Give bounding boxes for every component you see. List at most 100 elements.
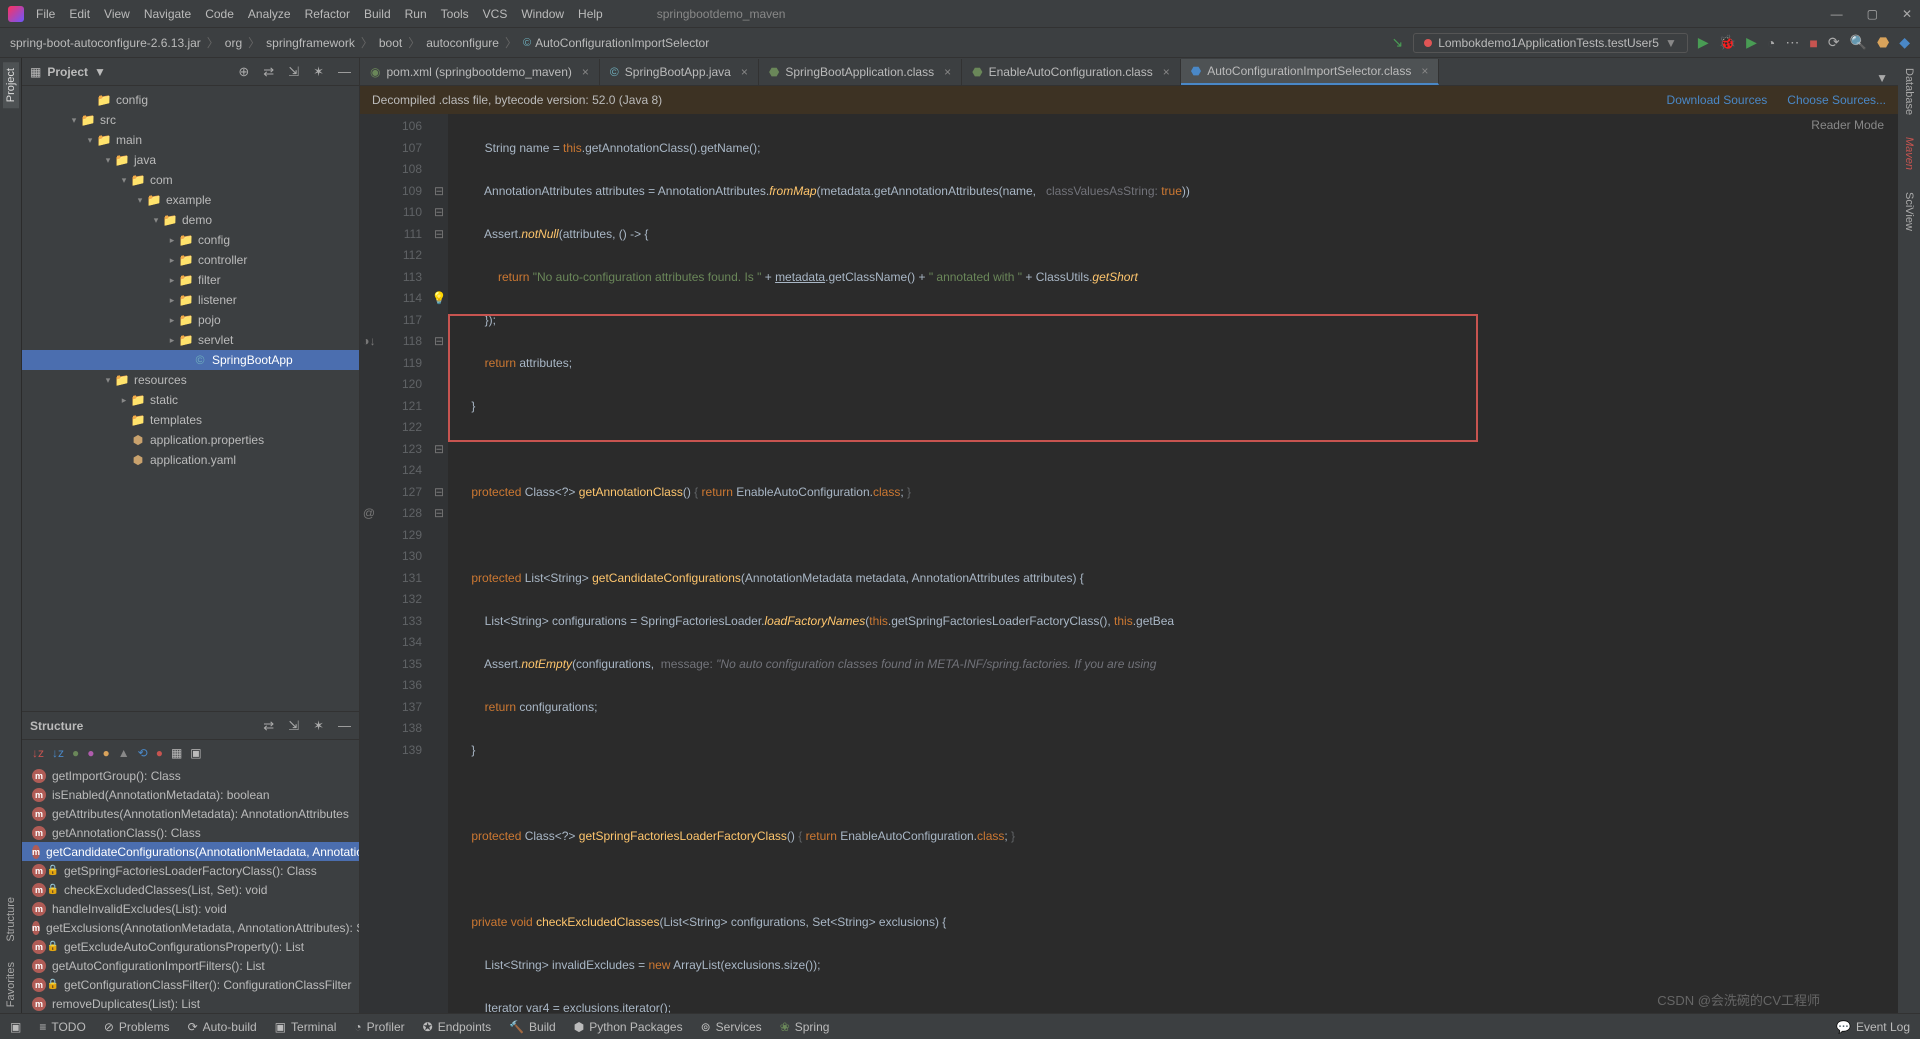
structure-item[interactable]: mgetExclusions(AnnotationMetadata, Annot… [22, 918, 359, 937]
event-log[interactable]: 💬Event Log [1836, 1020, 1910, 1034]
struct-options-icon[interactable]: ✶ [313, 718, 324, 734]
tree-node[interactable]: ⬢application.yaml [22, 450, 359, 470]
run-icon[interactable]: ▶ [1698, 34, 1709, 51]
menu-vcs[interactable]: VCS [483, 7, 508, 21]
stop-icon[interactable]: ■ [1809, 35, 1817, 51]
right-tab-database[interactable]: Database [1901, 62, 1917, 121]
menu-refactor[interactable]: Refactor [305, 7, 350, 21]
menu-tools[interactable]: Tools [441, 7, 469, 21]
structure-item[interactable]: m🔒getConfigurationClassFilter(): Configu… [22, 975, 359, 994]
tree-node[interactable]: ▾📁example [22, 190, 359, 210]
download-sources-link[interactable]: Download Sources [1667, 93, 1768, 107]
bottom-terminal[interactable]: ▣Terminal [275, 1020, 337, 1034]
structure-item[interactable]: m🔒getSpringFactoriesLoaderFactoryClass()… [22, 861, 359, 880]
struct-misc-icon[interactable]: ▦ [171, 746, 182, 760]
structure-item[interactable]: mremoveDuplicates(List): List [22, 994, 359, 1013]
close-icon[interactable]: ✕ [1902, 7, 1912, 21]
code-editor[interactable]: ◑↓ @ 10610710810911011111211311411711811… [360, 114, 1898, 1013]
bottom-spring[interactable]: ❀Spring [780, 1020, 830, 1034]
back-nav-icon[interactable]: ↘ [1391, 34, 1403, 51]
struct-collapse-icon[interactable]: ⇲ [288, 718, 299, 734]
bottom-problems[interactable]: ⊘Problems [104, 1020, 170, 1034]
crumb-boot[interactable]: boot [379, 36, 402, 50]
tree-node[interactable]: 📁templates [22, 410, 359, 430]
bottom-profiler[interactable]: ◔Profiler [354, 1020, 404, 1034]
show-tool-icon[interactable]: ▣ [10, 1020, 21, 1034]
tree-node[interactable]: ▾📁java [22, 150, 359, 170]
run-configuration-selector[interactable]: Lombokdemo1ApplicationTests.testUser5 ▼ [1413, 33, 1688, 53]
autoscroll-icon[interactable]: ● [156, 746, 163, 760]
tree-node[interactable]: ▸📁controller [22, 250, 359, 270]
right-tab-sciview[interactable]: SciView [1901, 186, 1917, 237]
crumb-class[interactable]: AutoConfigurationImportSelector [535, 36, 709, 50]
menu-build[interactable]: Build [364, 7, 391, 21]
avatar-icon[interactable]: ◆ [1899, 34, 1910, 51]
structure-item[interactable]: m🔒getExcludeAutoConfigurationsProperty()… [22, 937, 359, 956]
menu-run[interactable]: Run [405, 7, 427, 21]
show-inherited-icon[interactable]: ● [103, 746, 110, 760]
hide-icon[interactable]: — [338, 64, 351, 79]
structure-item[interactable]: misEnabled(AnnotationMetadata): boolean [22, 785, 359, 804]
tree-node[interactable]: ⬢application.properties [22, 430, 359, 450]
choose-sources-link[interactable]: Choose Sources... [1787, 93, 1886, 107]
menu-help[interactable]: Help [578, 7, 603, 21]
show-prop-icon[interactable]: ● [87, 746, 94, 760]
menu-view[interactable]: View [104, 7, 130, 21]
show-anon-icon[interactable]: ▲ [118, 746, 130, 760]
struct-misc2-icon[interactable]: ▣ [190, 746, 201, 760]
bottom-python[interactable]: ⬢Python Packages [574, 1020, 683, 1034]
structure-item[interactable]: mhandleInvalidExcludes(List): void [22, 899, 359, 918]
menu-code[interactable]: Code [205, 7, 234, 21]
show-lambda-icon[interactable]: ⟲ [138, 746, 148, 760]
debug-icon[interactable]: 🐞 [1719, 34, 1736, 51]
update-icon[interactable]: ⟳ [1828, 34, 1840, 51]
collapse-icon[interactable]: ⇲ [288, 64, 299, 80]
options-icon[interactable]: ✶ [313, 64, 324, 80]
structure-item[interactable]: m🔒checkExcludedClasses(List, Set): void [22, 880, 359, 899]
maximize-icon[interactable]: ▢ [1867, 7, 1878, 21]
structure-item[interactable]: mgetAutoConfigurationImportFilters(): Li… [22, 956, 359, 975]
locate-icon[interactable]: ⊕ [238, 64, 249, 80]
bottom-autobuild[interactable]: ⟳Auto-build [188, 1020, 257, 1034]
bottom-endpoints[interactable]: ✪Endpoints [423, 1020, 491, 1034]
tree-node[interactable]: ▸📁static [22, 390, 359, 410]
sort-visibility-icon[interactable]: ↓z [52, 746, 64, 760]
menu-navigate[interactable]: Navigate [144, 7, 191, 21]
tree-node[interactable]: ▸📁listener [22, 290, 359, 310]
left-tab-favorites[interactable]: Favorites [3, 956, 19, 1013]
editor-tab[interactable]: ⬣AutoConfigurationImportSelector.class× [1181, 59, 1440, 85]
settings-icon[interactable]: ⬣ [1877, 34, 1889, 51]
structure-item[interactable]: mgetAnnotationClass(): Class [22, 823, 359, 842]
project-tree[interactable]: 📁config▾📁src▾📁main▾📁java▾📁com▾📁example▾📁… [22, 86, 359, 711]
tree-node[interactable]: ▾📁main [22, 130, 359, 150]
crumb-jar[interactable]: spring-boot-autoconfigure-2.6.13.jar [10, 36, 201, 50]
menu-window[interactable]: Window [521, 7, 564, 21]
crumb-org[interactable]: org [225, 36, 242, 50]
tree-node[interactable]: ▾📁resources [22, 370, 359, 390]
tree-node[interactable]: ▸📁config [22, 230, 359, 250]
structure-item[interactable]: mgetImportGroup(): Class [22, 766, 359, 785]
tree-node[interactable]: ▾📁src [22, 110, 359, 130]
left-tab-project[interactable]: Project [3, 62, 19, 108]
tabs-dropdown-icon[interactable]: ▼ [1866, 71, 1898, 85]
struct-expand-icon[interactable]: ⇄ [263, 718, 274, 734]
tree-node[interactable]: 📁config [22, 90, 359, 110]
search-icon[interactable]: 🔍 [1850, 34, 1867, 51]
crumb-springframework[interactable]: springframework [266, 36, 355, 50]
menu-edit[interactable]: Edit [69, 7, 90, 21]
tree-node[interactable]: ▸📁pojo [22, 310, 359, 330]
tree-node[interactable]: ▸📁servlet [22, 330, 359, 350]
attach-icon[interactable]: ⋯ [1785, 34, 1799, 51]
tree-node[interactable]: ▾📁demo [22, 210, 359, 230]
tree-node[interactable]: ▾📁com [22, 170, 359, 190]
editor-tab[interactable]: ⬣SpringBootApplication.class× [759, 59, 962, 85]
expand-icon[interactable]: ⇄ [263, 64, 274, 80]
editor-tabs[interactable]: ◉pom.xml (springbootdemo_maven)×©SpringB… [360, 58, 1898, 86]
show-fields-icon[interactable]: ● [72, 746, 79, 760]
profile-icon[interactable]: ◔ [1767, 35, 1775, 51]
minimize-icon[interactable]: — [1831, 7, 1843, 21]
bottom-services[interactable]: ⊚Services [701, 1020, 762, 1034]
tree-node[interactable]: ▸📁filter [22, 270, 359, 290]
left-tab-structure[interactable]: Structure [3, 891, 19, 948]
menu-file[interactable]: File [36, 7, 55, 21]
